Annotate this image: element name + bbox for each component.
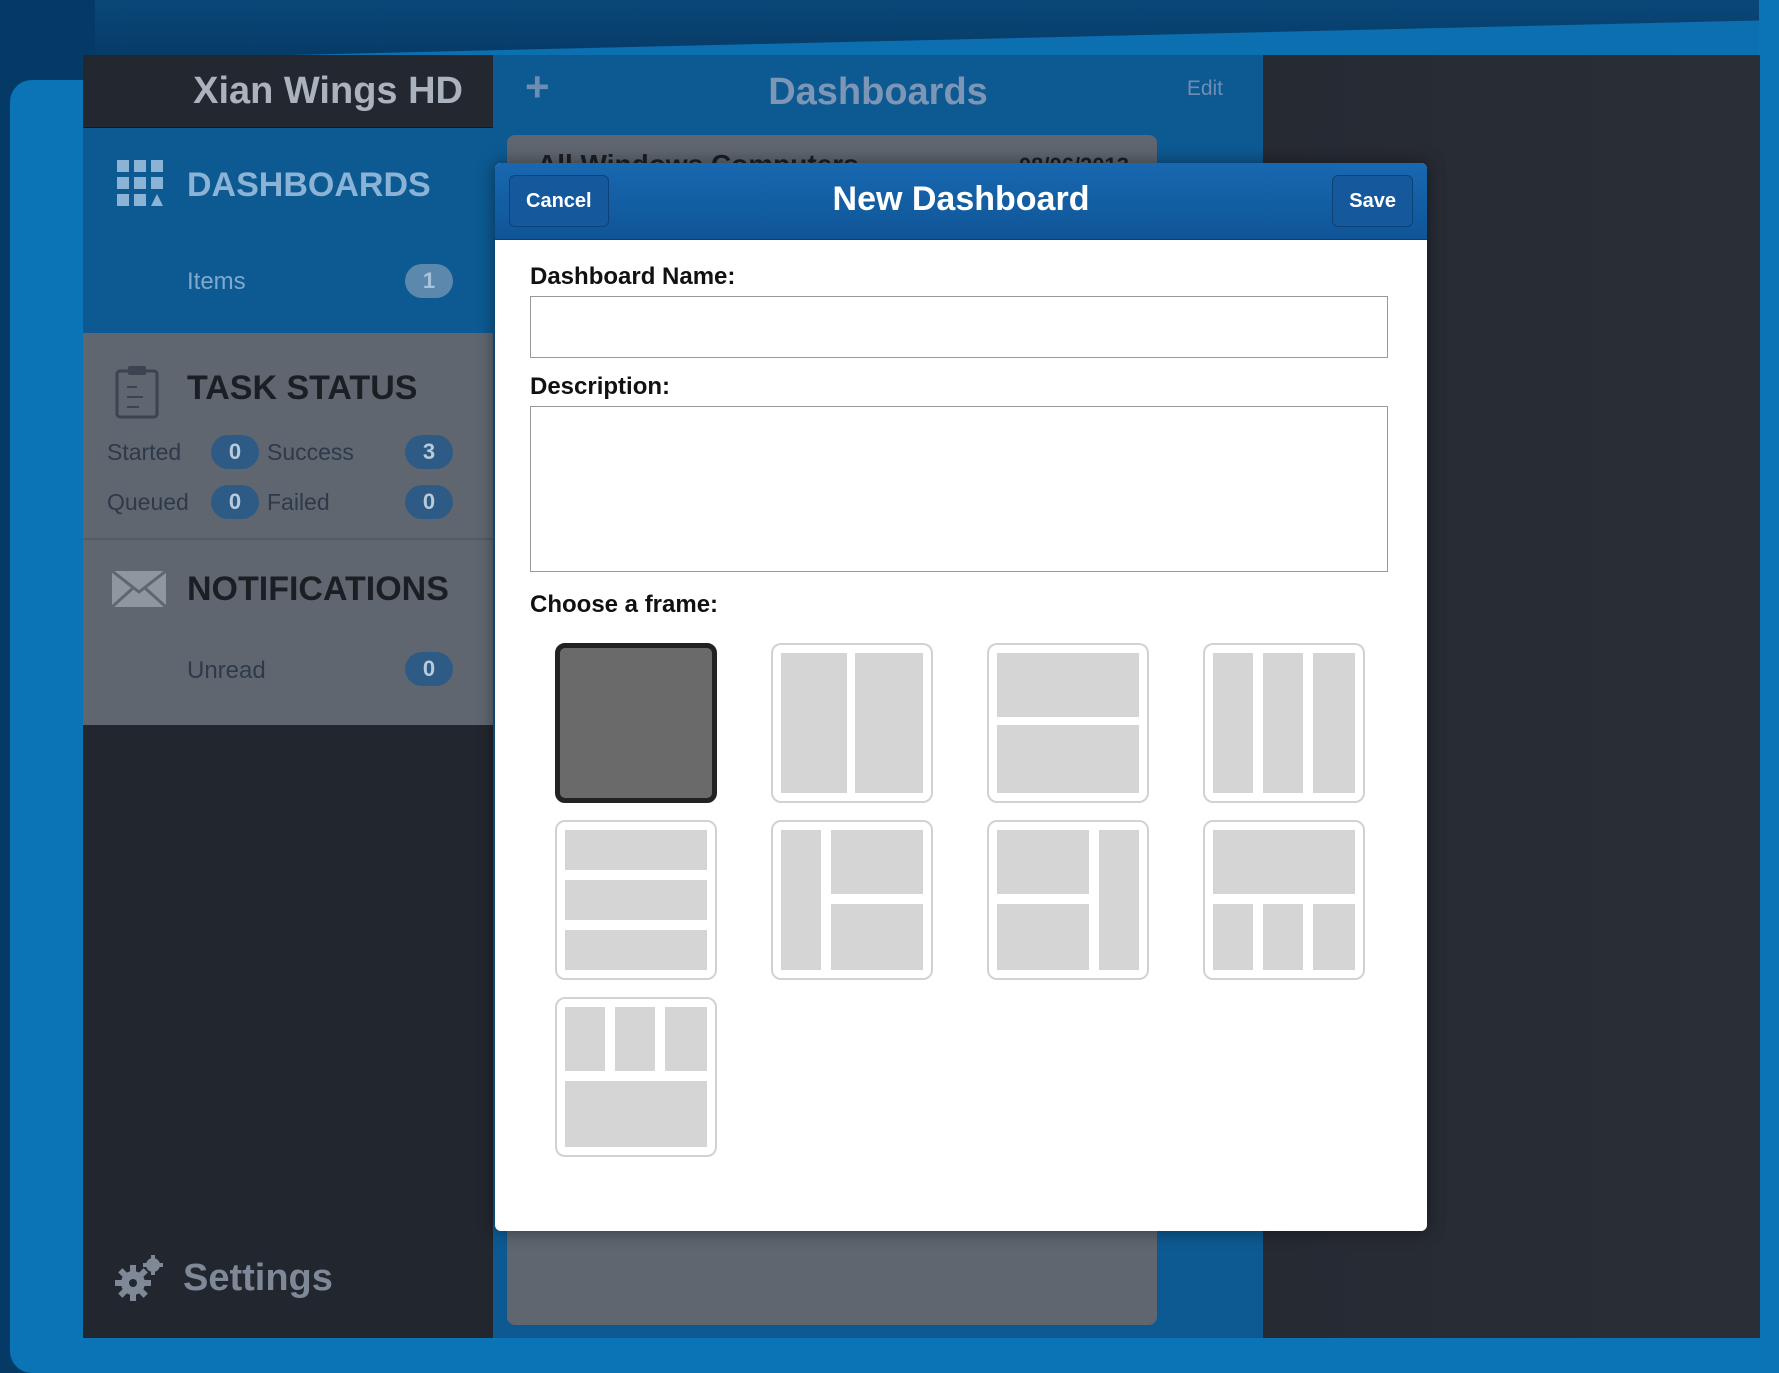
stat-failed-label: Failed <box>267 489 330 515</box>
save-button[interactable]: Save <box>1332 175 1413 227</box>
settings-button[interactable]: Settings <box>113 1255 333 1301</box>
notifications-unread-label[interactable]: Unread <box>187 657 266 685</box>
edit-button[interactable]: Edit <box>1187 77 1223 101</box>
stat-started-count: 0 <box>211 435 259 469</box>
list-header: + Dashboards Edit <box>493 55 1263 127</box>
dashboard-name-label: Dashboard Name: <box>530 263 736 290</box>
modal-toolbar: Cancel New Dashboard Save <box>495 163 1427 240</box>
gears-icon <box>115 1255 163 1301</box>
dashboards-label: DASHBOARDS <box>187 166 431 204</box>
sidebar-status-area: TASK STATUS Started 0 Success 3 Queued 0… <box>83 333 493 725</box>
sidebar-section-dashboards[interactable]: DASHBOARDS Items 1 <box>83 128 493 333</box>
task-status-label: TASK STATUS <box>187 369 418 407</box>
frame-option-two-rows[interactable] <box>987 643 1149 803</box>
new-dashboard-modal: Cancel New Dashboard Save Dashboard Name… <box>495 163 1427 1231</box>
stat-queued-label: Queued <box>107 489 189 515</box>
dashboards-items-label[interactable]: Items <box>187 268 246 296</box>
stat-success-count: 3 <box>405 435 453 469</box>
frame-label: Choose a frame: <box>530 591 719 618</box>
sidebar-header: Xian Wings HD <box>83 55 493 128</box>
notifications-unread-count: 0 <box>405 652 453 686</box>
description-input[interactable] <box>530 406 1388 572</box>
sidebar-section-notifications[interactable]: NOTIFICATIONS Unread 0 <box>83 540 493 725</box>
frame-option-single[interactable] <box>555 643 717 803</box>
frame-option-three-rows[interactable] <box>555 820 717 980</box>
app-title: Xian Wings HD <box>193 69 463 112</box>
grid-icon <box>117 160 163 206</box>
list-title: Dashboards <box>768 71 988 113</box>
frame-option-left-column-right-two-rows[interactable] <box>771 820 933 980</box>
clipboard-icon <box>115 366 159 419</box>
sidebar: Xian Wings HD DASHBOARDS Items 1 TASK ST… <box>83 55 493 1338</box>
sidebar-section-task-status[interactable]: TASK STATUS Started 0 Success 3 Queued 0… <box>83 333 493 540</box>
stat-failed-count: 0 <box>405 485 453 519</box>
frame-option-top-three-columns-bottom-row[interactable] <box>555 997 717 1157</box>
stat-queued-count: 0 <box>211 485 259 519</box>
frame-option-top-row-bottom-three-columns[interactable] <box>1203 820 1365 980</box>
settings-label: Settings <box>183 1256 333 1299</box>
frame-option-three-columns[interactable] <box>1203 643 1365 803</box>
description-label: Description: <box>530 373 671 400</box>
envelope-icon <box>111 570 167 608</box>
modal-title: New Dashboard <box>832 180 1090 218</box>
frame-option-two-columns[interactable] <box>771 643 933 803</box>
notifications-label: NOTIFICATIONS <box>187 570 449 608</box>
stat-started-label: Started <box>107 439 182 465</box>
dashboard-name-input[interactable] <box>530 296 1388 358</box>
dashboards-items-count: 1 <box>405 264 453 298</box>
frame-option-left-two-rows-right-column[interactable] <box>987 820 1149 980</box>
background-band <box>1759 0 1779 1373</box>
stat-success-label: Success <box>267 439 354 465</box>
